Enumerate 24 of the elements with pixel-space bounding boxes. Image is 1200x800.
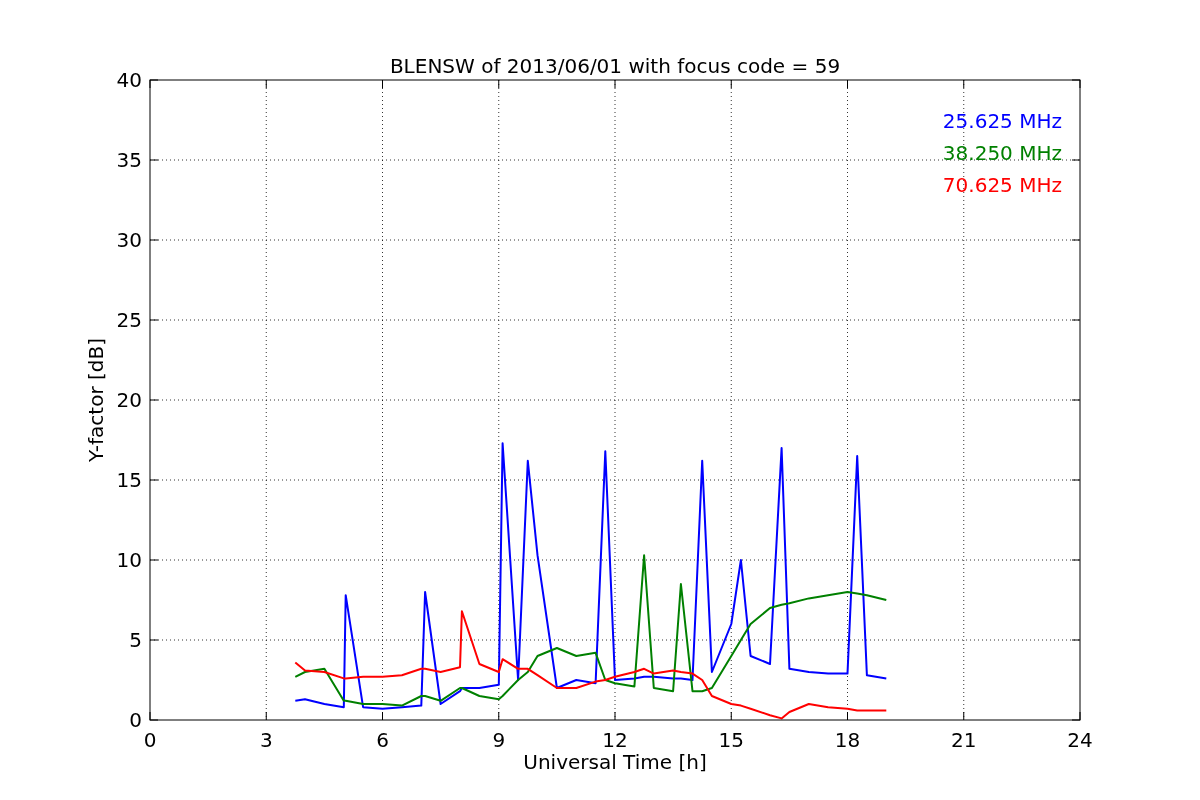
chart-title: BLENSW of 2013/06/01 with focus code = 59 [389, 54, 841, 78]
legend-label: 70.625 MHz [942, 173, 1062, 197]
tick-label: 24 [1067, 728, 1093, 752]
tick-label: 6 [376, 728, 389, 752]
axis-label: Y-factor [dB] [84, 338, 108, 462]
legend-label: 38.250 MHz [942, 141, 1062, 165]
tick-label: 10 [116, 548, 142, 572]
tick-label: 5 [129, 628, 142, 652]
tick-label: 25 [116, 308, 142, 332]
tick-label: 40 [116, 68, 142, 92]
tick-label: 12 [602, 728, 628, 752]
tick-label: 3 [259, 728, 273, 752]
tick-label: 18 [834, 728, 861, 752]
tick-label: 30 [116, 228, 142, 252]
tick-label: 15 [116, 468, 142, 492]
tick-label: 0 [143, 728, 157, 752]
tick-label: 15 [718, 728, 744, 752]
axis-label: Universal Time [h] [523, 750, 707, 774]
tick-label: 9 [492, 728, 506, 752]
tick-label: 35 [116, 148, 142, 172]
tick-label: 0 [129, 708, 142, 732]
legend-label: 25.625 MHz [942, 109, 1062, 133]
tick-label: 21 [951, 728, 977, 752]
tick-label: 20 [116, 388, 142, 412]
